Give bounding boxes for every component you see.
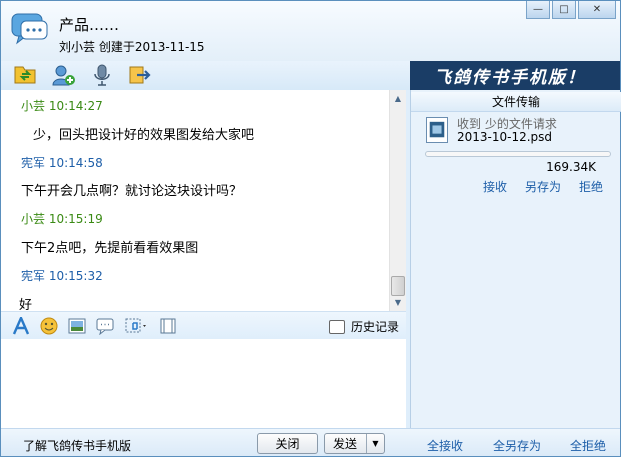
file-actions: 接收 另存为 拒绝	[483, 178, 603, 195]
close-window-button[interactable]: ✕	[578, 1, 616, 19]
chat-window: 产品…… 刘小芸 创建于2013-11-15 — □ ✕ 飞鸽传书手机版！ 小芸…	[0, 0, 621, 457]
sender-name: 小芸	[21, 99, 46, 113]
close-button[interactable]: 关闭	[257, 433, 318, 454]
maximize-button[interactable]: □	[552, 1, 576, 19]
screenshot-icon[interactable]	[124, 317, 150, 335]
reject-all-link[interactable]: 全拒绝	[570, 437, 606, 454]
sender-name: 宪军	[21, 269, 46, 283]
message-header: 宪军 10:14:58	[21, 154, 103, 171]
message-time: 10:14:27	[48, 99, 103, 113]
transfer-progress	[425, 151, 611, 157]
message-time: 10:15:19	[48, 212, 103, 226]
send-label: 发送	[333, 437, 358, 451]
scroll-up-icon[interactable]: ▲	[390, 90, 406, 106]
history-icon	[329, 319, 345, 334]
conversation-title: 产品……	[59, 16, 120, 34]
chat-toolbar	[1, 61, 410, 90]
add-member-icon[interactable]	[51, 63, 77, 87]
emoji-icon[interactable]	[39, 317, 59, 335]
file-transfer-icon[interactable]	[12, 63, 38, 87]
message-text: 下午开会几点啊？就讨论这块设计吗？	[21, 184, 243, 199]
scroll-thumb[interactable]	[391, 276, 405, 296]
sender-name: 宪军	[21, 156, 46, 170]
conversation-subtitle: 刘小芸 创建于2013-11-15	[59, 40, 205, 54]
exit-icon[interactable]	[127, 63, 153, 87]
mobile-banner[interactable]: 飞鸽传书手机版！	[410, 61, 620, 90]
message-icon[interactable]	[95, 317, 115, 335]
send-options-chevron-icon[interactable]: ▼	[366, 434, 384, 453]
accept-link[interactable]: 接收	[483, 178, 507, 195]
message-header: 小芸 10:15:19	[21, 210, 103, 227]
message-time: 10:14:58	[48, 156, 103, 170]
file-transfer-title: 文件传输	[411, 92, 621, 112]
file-name: 2013-10-12.psd	[457, 130, 553, 144]
message-header: 小芸 10:14:27	[21, 97, 103, 114]
chat-bubbles-icon	[11, 13, 48, 45]
psd-file-icon	[426, 117, 448, 143]
message-history: 小芸 10:14:27 少，回头把设计好的效果图发给大家吧 宪军 10:14:5…	[1, 90, 391, 311]
font-icon[interactable]	[11, 317, 31, 335]
window-controls: — □ ✕	[524, 1, 616, 19]
scroll-down-icon[interactable]: ▼	[390, 294, 406, 310]
accept-all-link[interactable]: 全接收	[427, 437, 463, 454]
chat-scrollbar[interactable]: ▲ ▼	[389, 90, 406, 311]
minimize-button[interactable]: —	[526, 1, 550, 19]
file-transfer-panel: 文件传输 收到 少的文件请求 2013-10-12.psd 169.34K 接收…	[410, 90, 621, 428]
message-text: 少，回头把设计好的效果图发给大家吧	[33, 128, 255, 143]
history-label: 历史记录	[351, 320, 400, 334]
save-as-link[interactable]: 另存为	[525, 178, 561, 195]
reject-link[interactable]: 拒绝	[579, 178, 603, 195]
bottom-bar: 了解飞鸽传书手机版 关闭 发送 ▼ 全接收 全另存为 全拒绝	[1, 428, 620, 456]
title-bar: 产品…… 刘小芸 创建于2013-11-15 — □ ✕	[1, 1, 620, 61]
send-button[interactable]: 发送 ▼	[324, 433, 385, 454]
input-toolbar: 历史记录	[1, 311, 406, 339]
image-icon[interactable]	[67, 317, 87, 335]
message-text: 下午2点吧，先提前看看效果图	[21, 241, 199, 256]
message-time: 10:15:32	[48, 269, 103, 283]
sender-name: 小芸	[21, 212, 46, 226]
voice-icon[interactable]	[89, 63, 115, 87]
window-icon[interactable]	[158, 317, 178, 335]
message-header: 宪军 10:15:32	[21, 267, 103, 284]
history-button[interactable]: 历史记录	[329, 318, 399, 335]
save-all-link[interactable]: 全另存为	[493, 437, 541, 454]
message-text: 好	[19, 298, 33, 311]
message-input[interactable]	[1, 339, 406, 428]
learn-mobile-link[interactable]: 了解飞鸽传书手机版	[23, 437, 131, 454]
file-size: 169.34K	[546, 160, 596, 174]
